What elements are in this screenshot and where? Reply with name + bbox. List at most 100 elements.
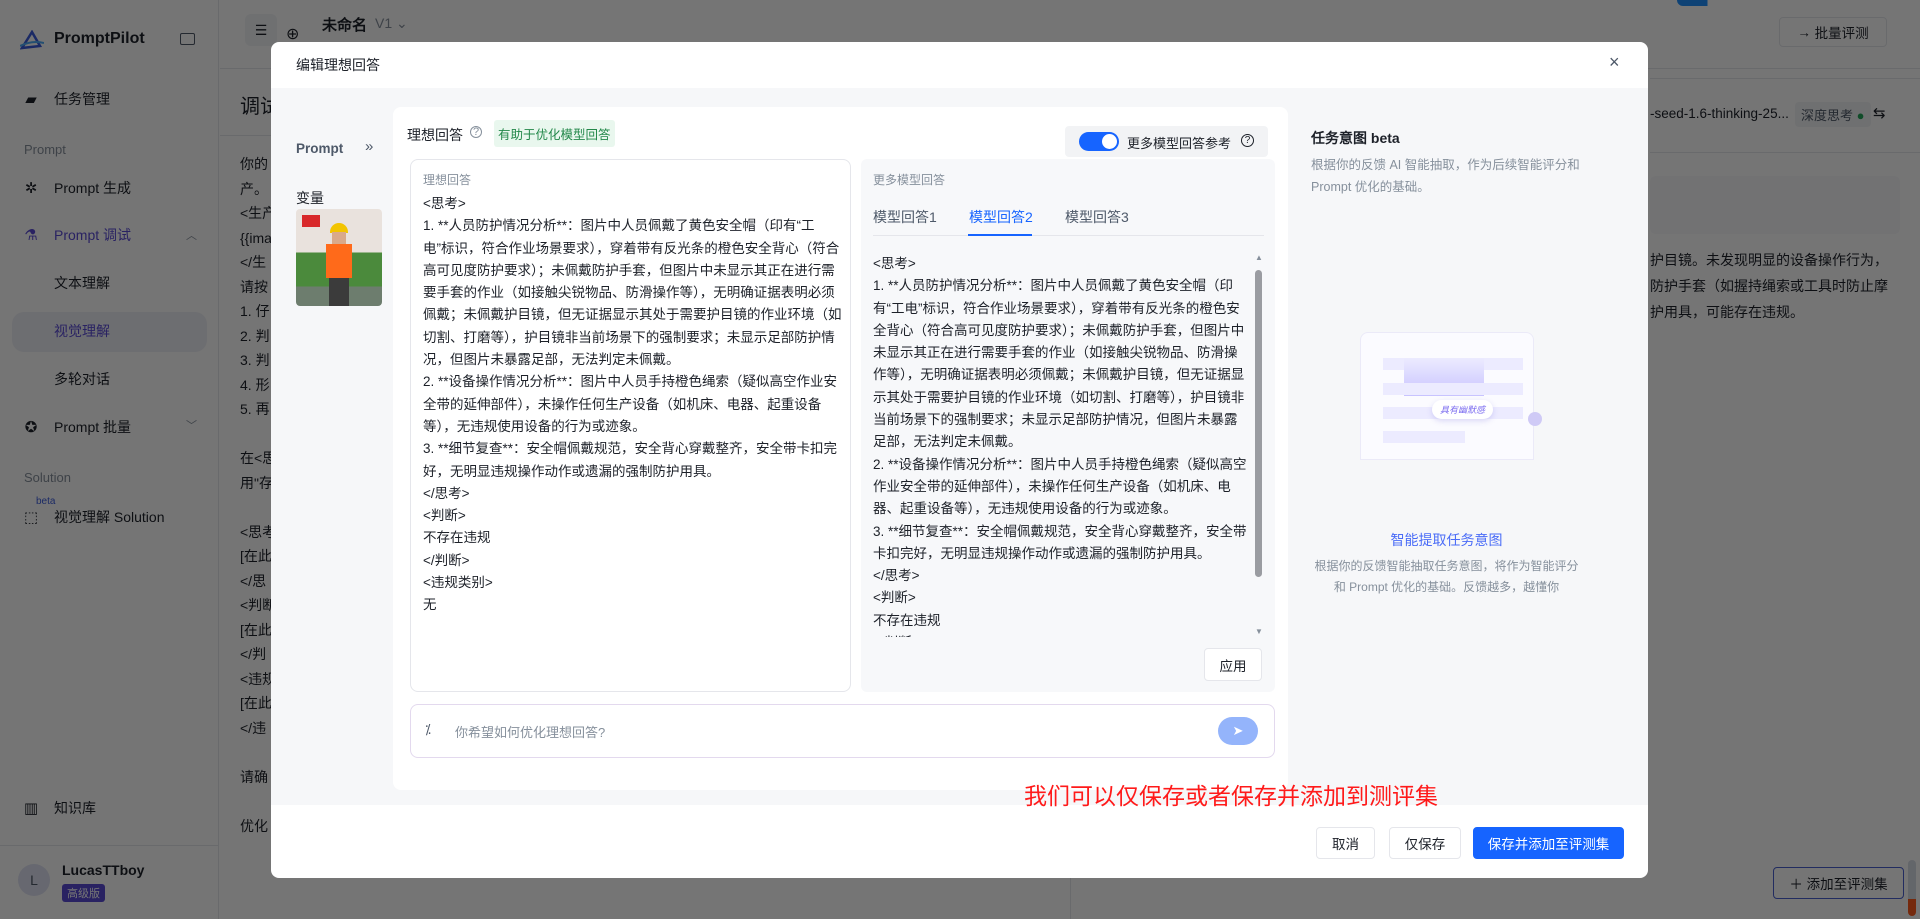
status-dot-icon: ● xyxy=(1856,108,1865,123)
model-name[interactable]: -seed-1.6-thinking-25... xyxy=(1650,106,1789,121)
plan-badge: 高级版 xyxy=(62,884,105,902)
label: 知识库 xyxy=(54,800,96,816)
scroll-indicator xyxy=(1908,860,1916,916)
hamburger-icon: ☰ xyxy=(254,22,268,38)
background-text-line: 你的 xyxy=(240,156,268,172)
editor-label: 理想回答 xyxy=(423,173,472,187)
intent-cta-title[interactable]: 智能提取任务意图 xyxy=(1334,530,1559,550)
help-icon[interactable]: ? xyxy=(1241,134,1254,147)
sidebar-item-prompt-generate[interactable]: ✲ Prompt 生成 xyxy=(22,178,131,198)
divider xyxy=(0,845,219,846)
label: 视觉理解 Solution xyxy=(54,509,165,525)
face xyxy=(332,232,346,244)
modal-body: Prompt » 变量 理想回答 ? 有助于优化模型回答 更多模型回答参考 ? … xyxy=(271,88,1648,805)
expand-prompt-icon[interactable]: » xyxy=(365,138,373,155)
tabs-divider xyxy=(873,235,1264,236)
tab-model-answer-1[interactable]: 模型回答1 xyxy=(873,207,937,227)
mode-switch[interactable] xyxy=(1677,0,1882,6)
background-text-line: 2. 判 xyxy=(240,327,270,344)
apply-button[interactable]: 应用 xyxy=(1204,648,1262,681)
input-placeholder: 你希望如何优化理想回答? xyxy=(455,725,606,740)
model-answer-text: <思考> 1. **人员防护情况分析**：图片中人员佩戴了黄色安全帽（印有“工电… xyxy=(873,256,1247,637)
add-circle-icon[interactable]: ⊕ xyxy=(286,24,299,44)
divider xyxy=(1650,152,1920,153)
edit-ideal-answer-modal: 编辑理想回答 × Prompt » 变量 理想回答 ? 有助于优化模型回答 更多… xyxy=(271,42,1648,878)
divider xyxy=(1650,78,1920,79)
background-text-line: [在此 xyxy=(240,695,272,711)
variable-image-thumbnail[interactable] xyxy=(296,209,382,306)
ideal-answer-tag: 有助于优化模型回答 xyxy=(494,120,615,147)
chevron-down-icon[interactable]: ﹀ xyxy=(186,417,197,433)
close-icon[interactable]: × xyxy=(1609,52,1620,73)
intent-title: 任务意图 beta xyxy=(1311,130,1400,146)
more-models-toggle-box: 更多模型回答参考 ? xyxy=(1065,126,1268,157)
more-models-toggle[interactable] xyxy=(1079,132,1119,151)
sidebar-item-vision-understanding[interactable]: 视觉理解 xyxy=(54,321,110,341)
active-tab-indicator xyxy=(968,234,1032,236)
background-text-line: 请按 xyxy=(240,278,268,295)
background-text-line: 5. 再 xyxy=(240,401,270,417)
sidebar-item-knowledge[interactable]: ▥ 知识库 xyxy=(22,798,96,818)
version-select[interactable]: V1 ⌄ xyxy=(375,15,408,32)
user-avatar-icon xyxy=(1528,412,1542,426)
toggle-knob xyxy=(1102,134,1117,149)
background-text-line: 4. 形 xyxy=(240,376,270,393)
section-solution: Solution xyxy=(24,470,71,485)
deep-think-badge[interactable]: 深度思考 ● xyxy=(1795,102,1871,127)
scroll-down-icon[interactable]: ▼ xyxy=(1255,627,1263,636)
menu-button[interactable]: ☰ xyxy=(245,14,277,46)
sidebar-item-text-understanding[interactable]: 文本理解 xyxy=(54,273,110,293)
intent-description: 根据你的反馈 AI 智能抽取，作为后续智能评分和 Prompt 优化的基础。 xyxy=(1311,158,1580,194)
background-text-line: </生 xyxy=(240,254,267,270)
legs xyxy=(329,278,349,306)
send-button[interactable]: ➤ xyxy=(1218,717,1258,745)
collapse-sidebar-icon[interactable] xyxy=(180,33,195,45)
more-model-answers-panel: 更多模型回答 模型回答1 模型回答2 模型回答3 <思考> 1. **人员防护情… xyxy=(861,159,1275,692)
scroll-up-icon[interactable]: ▲ xyxy=(1255,253,1263,262)
section-prompt: Prompt xyxy=(24,142,66,157)
optimize-input[interactable]: ⁒ 你希望如何优化理想回答? ➤ xyxy=(410,704,1275,758)
plus-icon: ＋ xyxy=(1789,877,1807,892)
sidebar-item-prompt-batch[interactable]: ✪ Prompt 批量 xyxy=(22,417,131,437)
ideal-answer-text[interactable]: <思考> 1. **人员防护情况分析**：图片中人员佩戴了黄色安全帽（印有“工电… xyxy=(423,193,843,617)
beta-badge: beta xyxy=(36,496,56,507)
tab-model-answer-3[interactable]: 模型回答3 xyxy=(1065,207,1129,227)
tab-model-answer-2[interactable]: 模型回答2 xyxy=(969,207,1033,227)
cancel-button[interactable]: 取消 xyxy=(1316,827,1375,859)
label: 批量评测 xyxy=(1814,26,1869,41)
ideal-answer-editor[interactable]: 理想回答 <思考> 1. **人员防护情况分析**：图片中人员佩戴了黄色安全帽（… xyxy=(410,159,851,692)
background-text-line: 请确 xyxy=(240,768,268,785)
background-text-line: 优化 xyxy=(240,817,268,834)
variables-label: 变量 xyxy=(296,190,324,206)
background-text-line: 护用具，可能存在违规。 xyxy=(1650,304,1804,320)
sidebar-item-prompt-debug[interactable]: ⚗ Prompt 调试 xyxy=(22,225,131,245)
book-icon: ▥ xyxy=(23,800,39,817)
scrollbar-thumb[interactable] xyxy=(1255,270,1262,577)
magic-wand-icon: ⁒ xyxy=(425,722,431,737)
batch-eval-button[interactable]: → 批量评测 xyxy=(1779,17,1887,47)
background-text-line: {{ima xyxy=(240,229,272,246)
illus-line xyxy=(1383,383,1523,395)
save-only-button[interactable]: 仅保存 xyxy=(1389,827,1461,859)
background-text-line: 1. 仔 xyxy=(240,303,270,319)
help-icon[interactable]: ? xyxy=(470,126,482,138)
sidebar-item-vision-solution[interactable]: ⬚ 视觉理解 Solution xyxy=(22,507,165,527)
avatar[interactable]: L xyxy=(18,864,50,896)
background-text-line: [在此 xyxy=(240,621,272,638)
divider xyxy=(1070,878,1071,919)
user-name: LucasTTboy xyxy=(62,862,145,878)
ideal-answer-title: 理想回答 xyxy=(407,127,463,143)
illus-bubble: 具有幽默感 xyxy=(1432,400,1494,419)
toggle-label: 更多模型回答参考 xyxy=(1127,136,1232,151)
add-to-eval-set-button[interactable]: ＋ 添加至评测集 xyxy=(1773,867,1904,899)
model-answer-scroll[interactable]: <思考> 1. **人员防护情况分析**：图片中人员佩戴了黄色安全帽（印有“工电… xyxy=(873,253,1249,637)
background-text-line: </判 xyxy=(240,646,267,662)
sidebar-item-task-management[interactable]: ▰ 任务管理 xyxy=(22,89,110,109)
sidebar-item-multi-turn[interactable]: 多轮对话 xyxy=(54,369,110,389)
sliders-icon[interactable]: ⇆ xyxy=(1873,104,1886,122)
doc-title[interactable]: 未命名 xyxy=(322,14,367,35)
save-and-add-button[interactable]: 保存并添加至评测集 xyxy=(1473,827,1624,859)
version: V1 xyxy=(375,15,393,31)
chevron-up-icon[interactable]: ︿ xyxy=(186,227,197,243)
background-text-line: 护目镜。未发现明显的设备操作行为， xyxy=(1650,252,1888,268)
